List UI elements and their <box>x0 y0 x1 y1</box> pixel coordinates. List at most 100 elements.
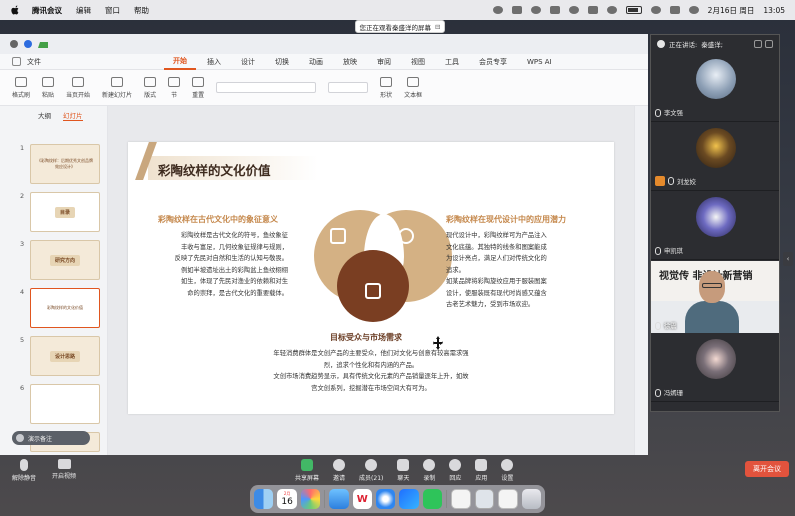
calendar-icon[interactable]: 2月 16 <box>277 489 297 509</box>
menubar-date[interactable]: 2月16日 周日 <box>708 5 755 16</box>
wps-icon[interactable]: W <box>352 489 372 509</box>
slide-thumbnail-6[interactable]: 6 <box>0 384 108 428</box>
document-window-icon[interactable] <box>451 489 471 509</box>
settings-label: 设置 <box>501 475 514 482</box>
menu-help[interactable]: 帮助 <box>134 5 149 16</box>
shape-button[interactable]: 形状 <box>380 76 392 99</box>
participant-name-tag: 李文强 <box>655 108 683 117</box>
tab-member[interactable]: 会员专享 <box>470 57 516 67</box>
status-area: 2月16日 周日 13:05 <box>492 5 785 16</box>
trash-icon[interactable] <box>521 489 541 509</box>
file-window-icon[interactable] <box>498 489 518 509</box>
lark-icon[interactable] <box>329 489 349 509</box>
sync-status-icon[interactable] <box>530 6 541 14</box>
participant-name: 冯嫣珊 <box>664 390 683 397</box>
banner-window-icon[interactable]: ⊟ <box>435 23 440 31</box>
spotlight-icon[interactable] <box>688 6 699 14</box>
app-status-icon[interactable] <box>549 6 560 14</box>
format-painter-button[interactable]: 格式刷 <box>12 76 30 99</box>
wechat-status-icon[interactable] <box>492 6 503 14</box>
apps-button[interactable]: 应用 <box>475 459 487 482</box>
notes-toggle[interactable]: 演示备注 <box>12 431 90 445</box>
chat-button[interactable]: 聊天 <box>397 459 409 482</box>
tab-animation[interactable]: 动画 <box>300 57 332 67</box>
glasses-icon <box>702 283 722 288</box>
participant-tile[interactable]: 冯嫣珊 <box>651 333 779 402</box>
font-size-select[interactable] <box>328 82 369 93</box>
tab-transition[interactable]: 切换 <box>266 57 298 67</box>
speaking-name: 秦盛洋; <box>701 41 723 49</box>
paste-button[interactable]: 粘贴 <box>42 76 54 99</box>
tab-slideshow[interactable]: 放映 <box>334 57 366 67</box>
tab-insert[interactable]: 插入 <box>198 57 230 67</box>
tab-wps-ai[interactable]: WPS AI <box>518 58 561 66</box>
tab-home[interactable]: 开始 <box>164 54 196 70</box>
reset-button[interactable]: 重置 <box>192 76 205 99</box>
grid-view-icon[interactable] <box>754 40 762 48</box>
tab-slides[interactable]: 幻灯片 <box>63 110 83 121</box>
tab-design[interactable]: 设计 <box>232 57 264 67</box>
tencent-meeting-icon[interactable] <box>399 489 419 509</box>
reaction-button[interactable]: 回应 <box>449 459 461 482</box>
screen-mirror-icon[interactable] <box>587 6 598 14</box>
launchpad-icon[interactable] <box>300 489 321 509</box>
wechat-icon[interactable] <box>422 489 443 509</box>
settings-button[interactable]: 设置 <box>501 459 513 482</box>
clock-status-icon[interactable] <box>606 6 617 14</box>
section-button[interactable]: 节 <box>168 76 181 99</box>
camera-off-icon <box>57 459 71 469</box>
menu-window[interactable]: 窗口 <box>105 5 120 16</box>
brush-icon <box>15 76 27 87</box>
participant-name-tag: 徐震 <box>655 321 677 330</box>
members-button[interactable]: 成员(21) <box>359 459 383 482</box>
tab-review[interactable]: 审阅 <box>368 57 400 67</box>
play-current-button[interactable]: 当页开始 <box>66 76 90 99</box>
participant-name-tag: 刘龙姣 <box>655 176 696 186</box>
unmute-button[interactable]: 解除静音 <box>12 459 36 482</box>
new-slide-label: 新建幻灯片 <box>102 91 133 99</box>
tab-file[interactable]: 文件 <box>12 57 50 67</box>
textbox-button[interactable]: 文本框 <box>404 76 422 99</box>
participant-tile[interactable]: 刘龙姣 <box>651 122 779 191</box>
screen-share-banner[interactable]: 您正在观看秦盛洋的屏幕 ⊟ <box>355 20 445 33</box>
control-center-icon[interactable] <box>669 6 680 14</box>
record-button[interactable]: 录制 <box>423 459 435 482</box>
menu-edit[interactable]: 编辑 <box>76 5 91 16</box>
participant-tile[interactable]: 申凯琪 <box>651 191 779 260</box>
reset-label: 重置 <box>192 91 205 99</box>
leave-meeting-button[interactable]: 离开会议 <box>745 461 789 477</box>
start-video-button[interactable]: 开启视频 <box>52 459 76 482</box>
menubar-time[interactable]: 13:05 <box>763 6 785 15</box>
thumbnail-image: 研究方向 <box>30 240 100 280</box>
finder-icon[interactable] <box>254 489 274 509</box>
menu-app-name[interactable]: 腾讯会议 <box>32 5 62 16</box>
meeting-status-icon[interactable] <box>511 6 522 14</box>
slide-thumbnail-1[interactable]: 1 《彩陶纹样：后期优秀文创品牌效应设计》 <box>0 144 108 188</box>
slide-thumbnail-3[interactable]: 3 研究方向 <box>0 240 108 284</box>
presentation-window-icon[interactable] <box>474 489 495 509</box>
mic-icon <box>655 108 661 117</box>
expand-icon[interactable] <box>765 40 773 48</box>
chevron-left-icon[interactable]: ‹ <box>783 252 793 266</box>
tab-tools[interactable]: 工具 <box>436 57 468 67</box>
apple-icon[interactable] <box>10 5 20 16</box>
layout-button[interactable]: 版式 <box>144 76 156 99</box>
tab-view[interactable]: 视图 <box>402 57 434 67</box>
participant-tile[interactable]: 李文强 <box>651 53 779 122</box>
safari-icon[interactable] <box>376 489 396 509</box>
right-task-pane[interactable] <box>634 106 648 455</box>
font-name-select[interactable] <box>216 82 317 93</box>
slide-thumbnail-2[interactable]: 2 目录 <box>0 192 108 236</box>
bluetooth-icon[interactable] <box>568 6 579 14</box>
slide-thumbnail-4[interactable]: 4 彩陶纹样的文化价值 <box>0 288 108 332</box>
bottom-heading: 目标受众与市场需求 <box>330 333 402 342</box>
slide-thumbnail-5[interactable]: 5 设计思路 <box>0 336 108 380</box>
participant-video-tile[interactable]: 视觉传 非设计新营销 徐震 <box>651 261 779 333</box>
tab-outline[interactable]: 大纲 <box>38 110 51 121</box>
new-slide-button[interactable]: 新建幻灯片 <box>102 76 133 99</box>
wifi-icon[interactable] <box>650 6 661 14</box>
battery-icon[interactable] <box>625 6 642 14</box>
share-screen-button[interactable]: 共享屏幕 <box>295 459 319 482</box>
current-slide[interactable]: 彩陶纹样的文化价值 彩陶纹样在古代文化中的象征意义 彩陶纹样是古代文化的符号，鱼… <box>128 142 614 414</box>
invite-button[interactable]: 邀请 <box>333 459 345 482</box>
